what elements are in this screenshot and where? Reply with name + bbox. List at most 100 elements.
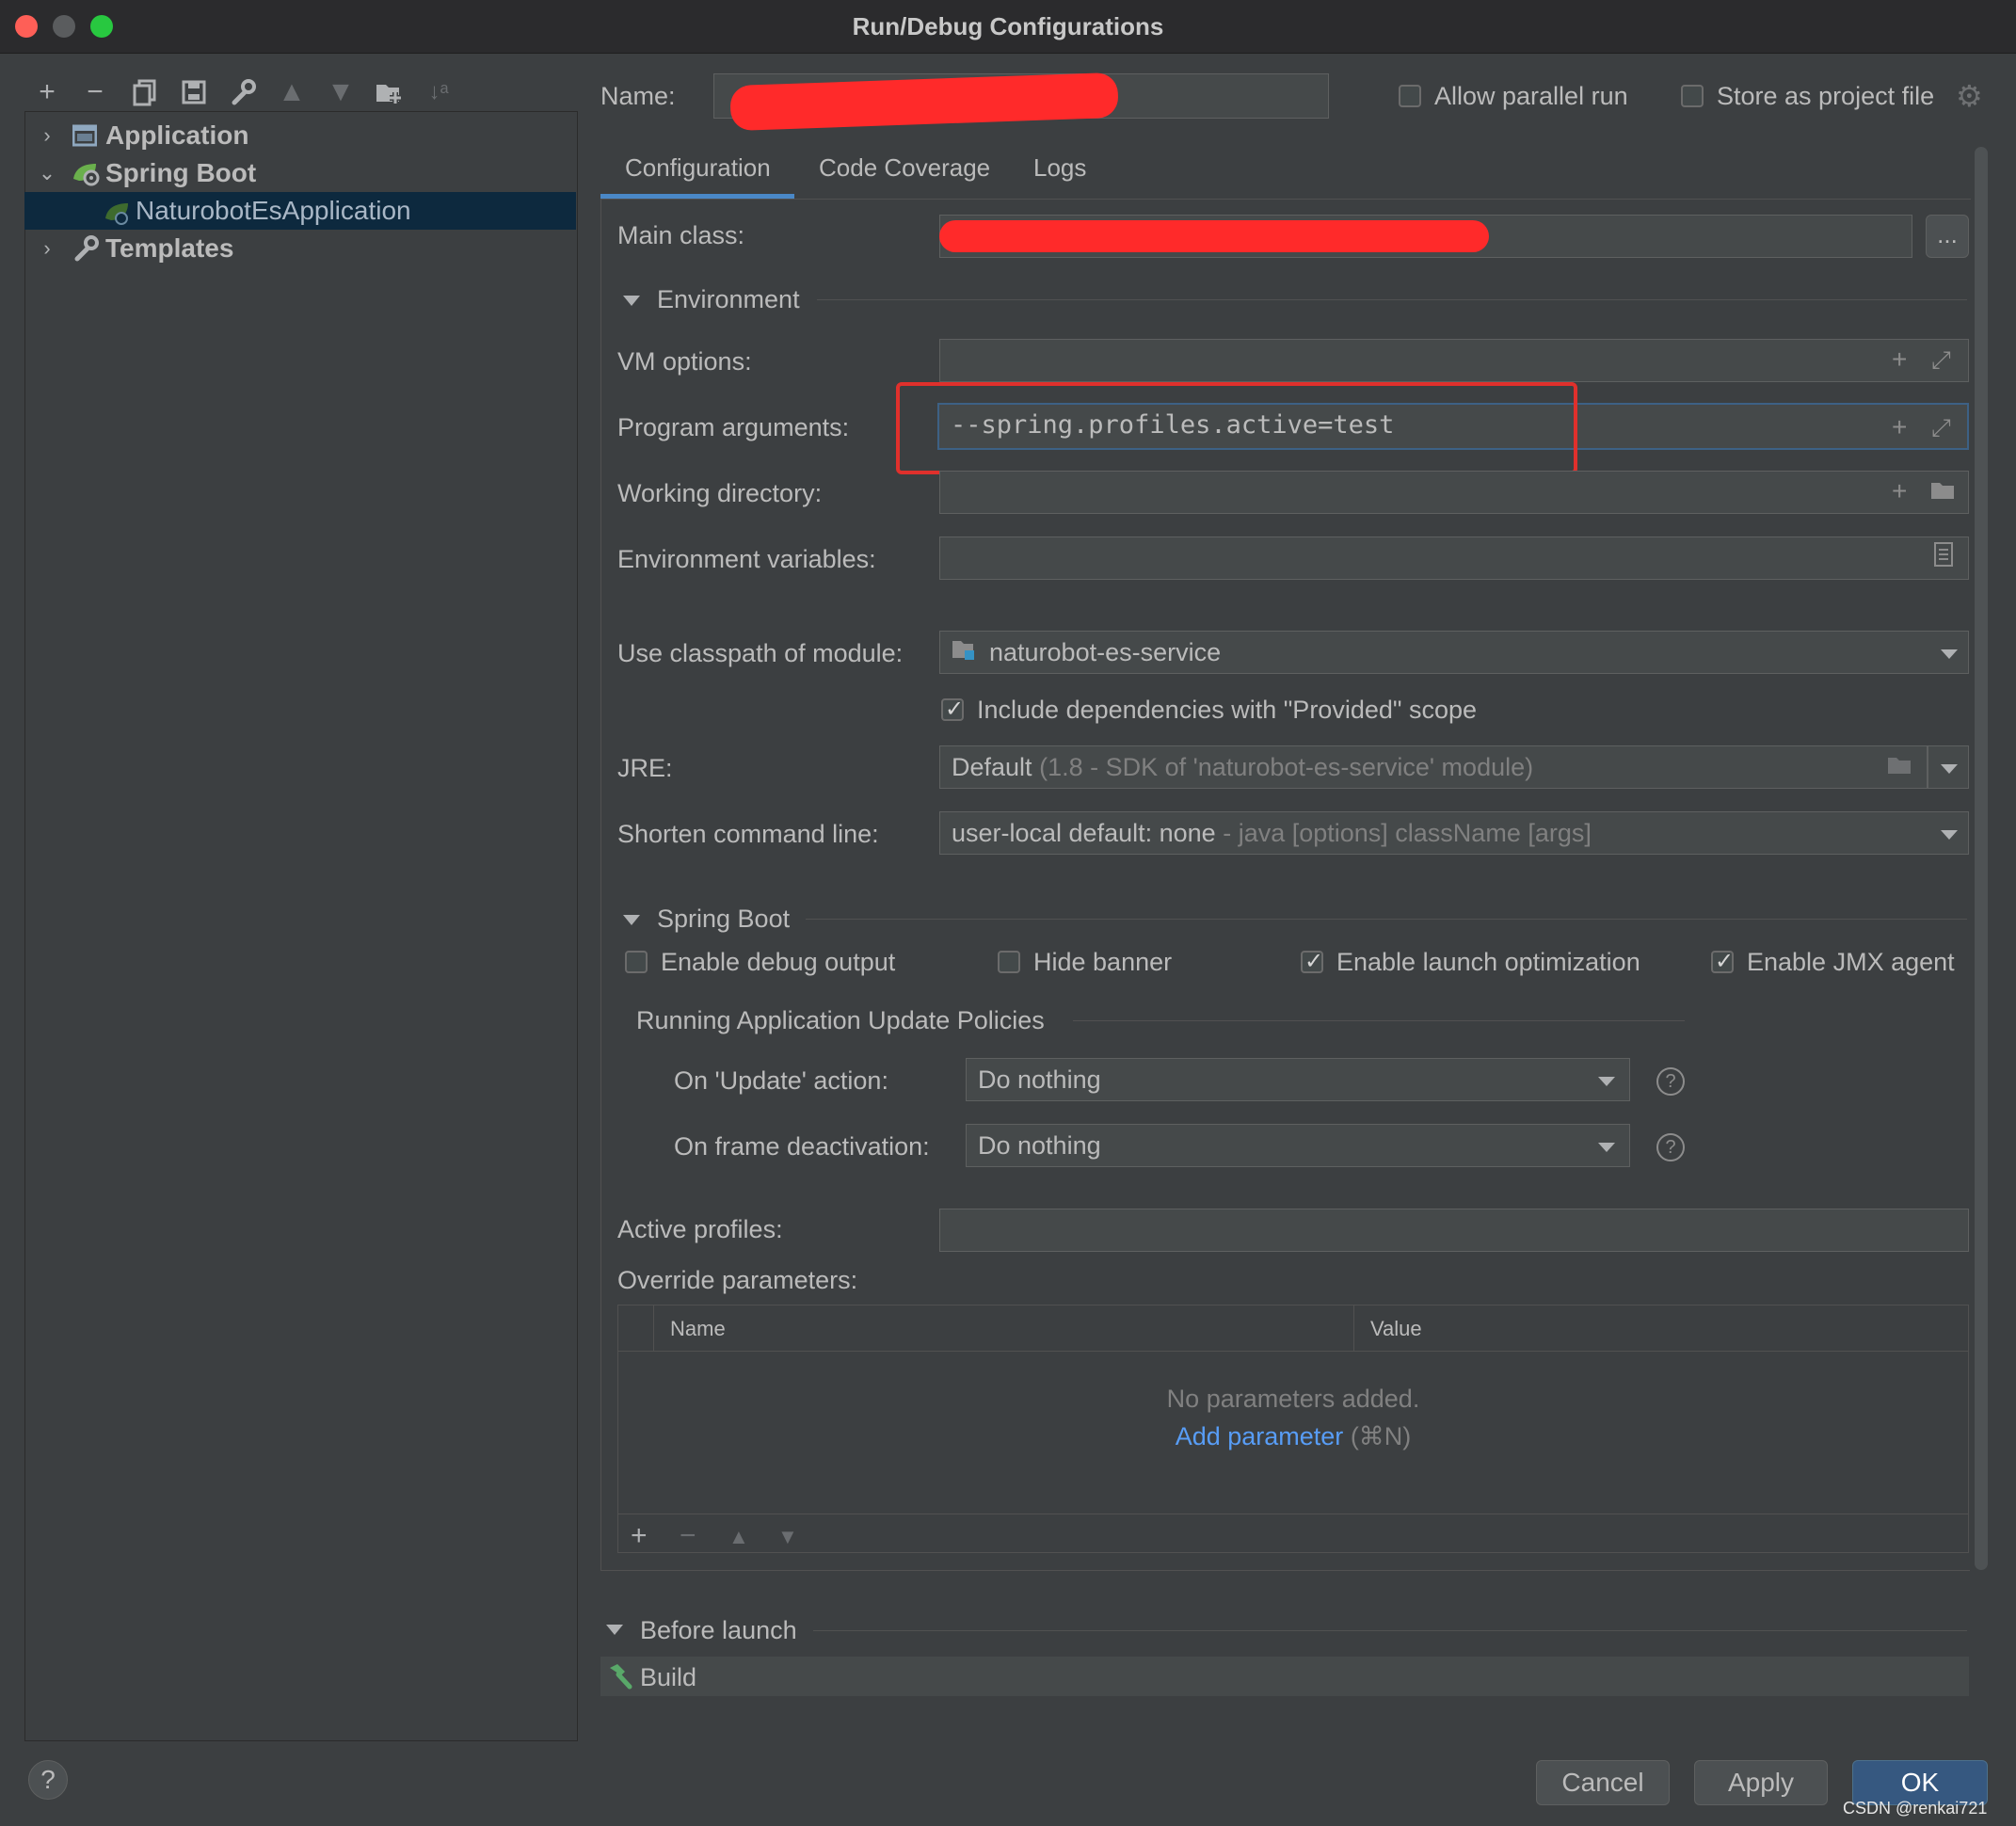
help-icon[interactable]: ? — [1656, 1133, 1685, 1161]
plus-icon[interactable]: + — [1892, 339, 1907, 380]
vm-options-label: VM options: — [617, 347, 752, 376]
classpath-module-select[interactable]: naturobot-es-service — [939, 631, 1969, 674]
hide-banner-checkbox[interactable] — [998, 951, 1020, 973]
module-folder-icon — [951, 633, 979, 674]
override-parameters-label: Override parameters: — [617, 1266, 858, 1294]
section-separator — [813, 1630, 1967, 1631]
expand-icon[interactable]: ⤢ — [1931, 407, 1951, 448]
help-icon[interactable]: ? — [1656, 1067, 1685, 1096]
tree-item-label: Application — [105, 120, 249, 150]
spring-boot-icon — [72, 154, 100, 192]
folder-icon[interactable] — [1929, 473, 1958, 514]
plus-icon[interactable]: + — [1892, 407, 1907, 448]
update-action-select[interactable]: Do nothing — [966, 1058, 1630, 1101]
save-icon[interactable] — [175, 73, 213, 111]
jmx-agent-checkbox[interactable] — [1711, 948, 1734, 975]
table-header-value[interactable]: Value — [1370, 1310, 1422, 1348]
frame-deactivation-select[interactable]: Do nothing — [966, 1124, 1630, 1167]
shorten-command-line-select[interactable]: user-local default: none - java [options… — [939, 811, 1969, 855]
store-project-checkbox[interactable] — [1681, 85, 1704, 107]
sort-icon[interactable]: ↓ᵃ — [420, 73, 457, 111]
move-up-icon[interactable]: ▲ — [728, 1523, 749, 1551]
tree-item-templates[interactable]: › Templates — [24, 230, 576, 267]
move-down-icon[interactable]: ▼ — [777, 1523, 798, 1551]
classpath-module-label: Use classpath of module: — [617, 639, 904, 667]
chevron-right-icon[interactable]: › — [38, 230, 56, 267]
dropdown-arrow-icon[interactable] — [1941, 764, 1958, 774]
apply-button[interactable]: Apply — [1694, 1760, 1828, 1805]
tab-configuration[interactable]: Configuration — [625, 149, 771, 186]
main-class-label: Main class: — [617, 221, 745, 249]
before-launch-item-build[interactable]: Build — [640, 1658, 696, 1696]
jmx-agent-label: Enable JMX agent — [1747, 948, 1955, 976]
move-up-icon[interactable]: ▲ — [273, 73, 311, 111]
document-icon[interactable] — [1933, 538, 1954, 580]
chevron-down-icon[interactable]: ⌄ — [38, 154, 56, 192]
shorten-value: user-local default: none — [952, 819, 1216, 847]
tree-item-label: NaturobotEsApplication — [136, 196, 411, 225]
collapse-before-launch-icon[interactable] — [606, 1625, 623, 1635]
plus-icon[interactable]: + — [1892, 471, 1907, 512]
environment-section-title: Environment — [657, 285, 800, 313]
debug-output-label: Enable debug output — [661, 948, 896, 976]
update-action-label: On 'Update' action: — [674, 1066, 888, 1095]
gear-icon[interactable]: ⚙ — [1956, 81, 1983, 111]
table-header-name[interactable]: Name — [670, 1310, 726, 1348]
configuration-tree-panel — [24, 111, 578, 1741]
tree-item-label: Templates — [105, 233, 234, 263]
store-project-label: Store as project file — [1717, 82, 1935, 110]
help-button[interactable]: ? — [28, 1760, 68, 1800]
window-title: Run/Debug Configurations — [852, 12, 1164, 40]
tab-code-coverage[interactable]: Code Coverage — [819, 149, 990, 186]
jre-input[interactable]: Default (1.8 - SDK of 'naturobot-es-serv… — [939, 745, 1928, 789]
collapse-spring-boot-icon[interactable] — [623, 915, 640, 925]
remove-icon[interactable]: − — [680, 1519, 696, 1553]
section-separator — [817, 299, 1967, 300]
move-down-icon[interactable]: ▼ — [322, 73, 360, 111]
launch-optimization-label: Enable launch optimization — [1336, 948, 1640, 976]
folder-icon[interactable] — [1886, 747, 1914, 789]
include-dependencies-checkbox[interactable] — [941, 696, 964, 723]
copy-icon[interactable] — [126, 73, 164, 111]
debug-output-checkbox[interactable] — [625, 951, 648, 973]
spring-boot-section-title: Spring Boot — [657, 905, 791, 933]
expand-icon[interactable]: ⤢ — [1931, 339, 1951, 380]
add-icon[interactable]: + — [28, 73, 66, 111]
tree-item-spring-boot[interactable]: ⌄ Spring Boot — [24, 154, 576, 192]
application-icon — [72, 117, 98, 154]
environment-variables-input[interactable] — [939, 537, 1969, 580]
table-header — [618, 1305, 1968, 1352]
redaction-mark — [939, 220, 1489, 252]
folder-add-icon[interactable] — [371, 73, 408, 111]
wrench-icon[interactable] — [224, 73, 262, 111]
add-icon[interactable]: + — [631, 1519, 648, 1553]
dropdown-arrow-icon[interactable] — [1941, 649, 1958, 659]
program-arguments-label: Program arguments: — [617, 413, 850, 441]
allow-parallel-checkbox[interactable] — [1399, 85, 1421, 107]
watermark: CSDN @renkai721 — [1843, 1799, 1988, 1818]
active-profiles-input[interactable] — [939, 1209, 1969, 1252]
browse-main-class-button[interactable]: ... — [1926, 215, 1969, 258]
jre-detail: (1.8 - SDK of 'naturobot-es-service' mod… — [1039, 753, 1534, 781]
remove-icon[interactable]: − — [76, 73, 114, 111]
tree-item-application[interactable]: › Application — [24, 117, 576, 154]
dropdown-arrow-icon[interactable] — [1598, 1143, 1615, 1152]
launch-optimization-checkbox[interactable] — [1301, 948, 1323, 975]
dropdown-arrow-icon[interactable] — [1598, 1077, 1615, 1086]
scrollbar[interactable] — [1975, 147, 1988, 1570]
active-profiles-label: Active profiles: — [617, 1215, 783, 1243]
hide-banner-label: Hide banner — [1033, 948, 1173, 976]
dropdown-arrow-icon[interactable] — [1941, 830, 1958, 840]
jre-label: JRE: — [617, 754, 673, 782]
tree-item-naturobot-es-application[interactable]: NaturobotEsApplication — [24, 192, 576, 230]
update-policies-title: Running Application Update Policies — [636, 1006, 1045, 1034]
working-directory-input[interactable] — [939, 471, 1969, 514]
tab-logs[interactable]: Logs — [1033, 149, 1086, 186]
add-parameter-link[interactable]: Add parameter — [1176, 1422, 1344, 1450]
column-divider — [1353, 1305, 1354, 1351]
vm-options-input[interactable] — [939, 339, 1969, 382]
collapse-environment-icon[interactable] — [623, 296, 640, 306]
cancel-button[interactable]: Cancel — [1536, 1760, 1670, 1805]
chevron-right-icon[interactable]: › — [38, 117, 56, 154]
add-parameter-shortcut: (⌘N) — [1350, 1422, 1412, 1450]
